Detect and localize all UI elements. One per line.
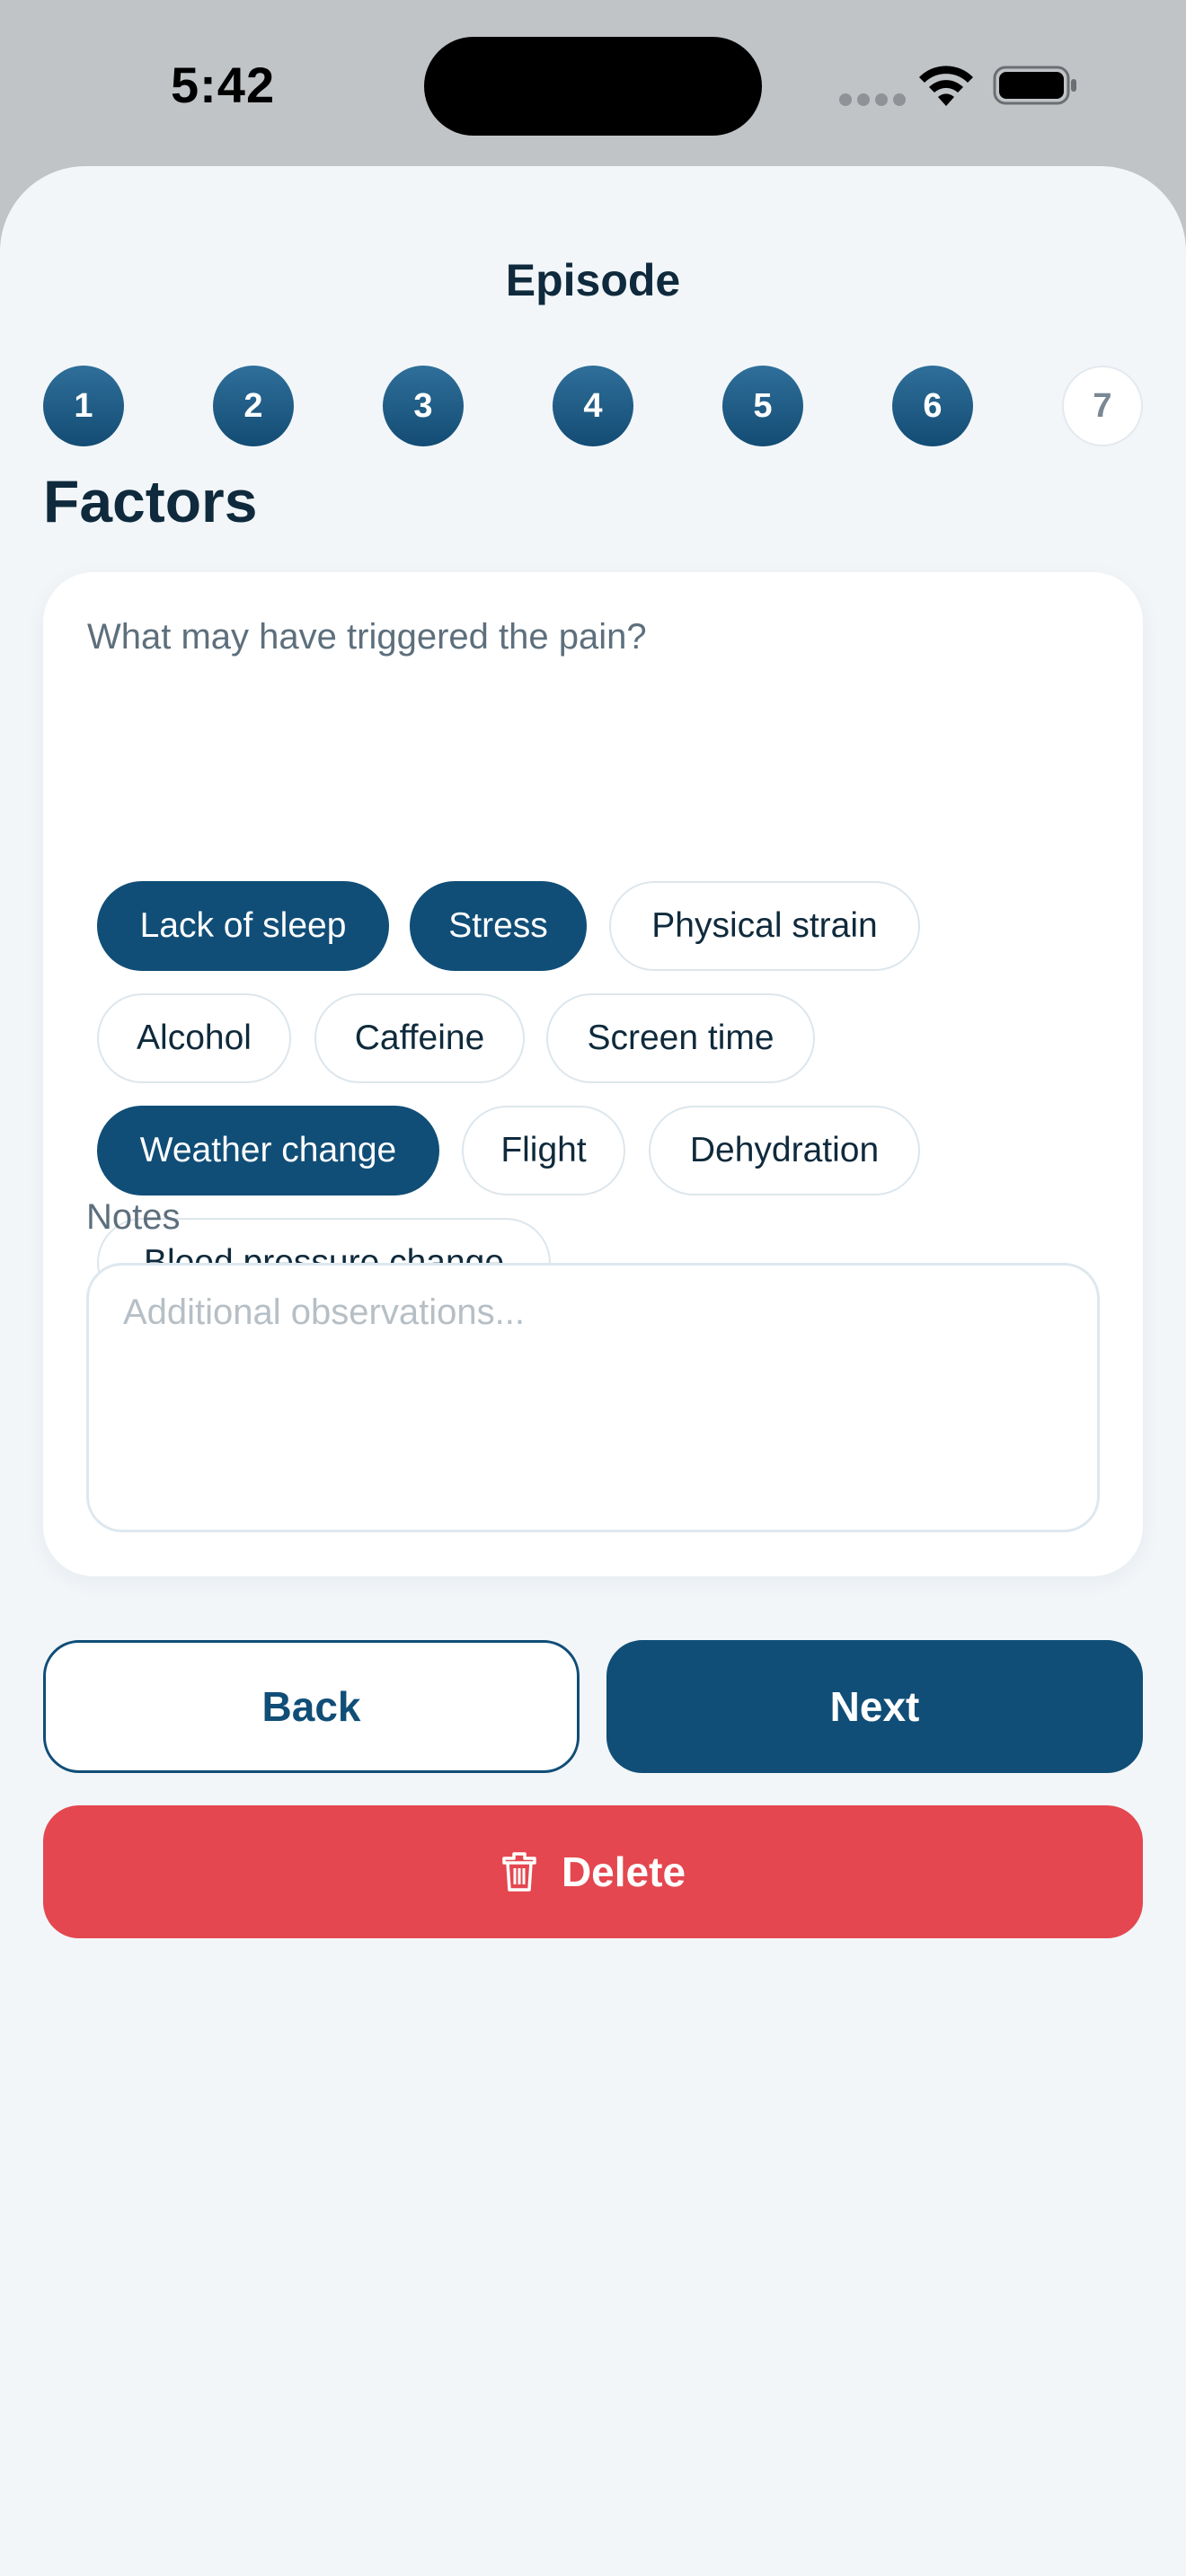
chip-dehydration[interactable]: Dehydration [649, 1106, 920, 1195]
step-5[interactable]: 5 [722, 366, 803, 446]
chip-alcohol[interactable]: Alcohol [97, 993, 291, 1083]
step-7[interactable]: 7 [1062, 366, 1143, 446]
next-button[interactable]: Next [606, 1640, 1143, 1773]
delete-button[interactable]: Delete [43, 1805, 1143, 1938]
cellular-signal-icon [839, 93, 906, 106]
page-title: Episode [505, 255, 681, 305]
step-2[interactable]: 2 [213, 366, 294, 446]
chip-caffeine[interactable]: Caffeine [314, 993, 525, 1083]
battery-icon [993, 66, 1076, 105]
status-time: 5:42 [171, 57, 276, 113]
step-1[interactable]: 1 [43, 366, 124, 446]
trigger-question: What may have triggered the pain? [87, 617, 647, 657]
wifi-icon [919, 66, 973, 106]
notes-input[interactable] [86, 1263, 1100, 1532]
chip-screen-time[interactable]: Screen time [546, 993, 815, 1083]
section-title: Factors [43, 468, 258, 534]
back-button[interactable]: Back [43, 1640, 580, 1773]
chip-physical-strain[interactable]: Physical strain [609, 881, 920, 971]
chip-lack-of-sleep[interactable]: Lack of sleep [97, 881, 389, 971]
step-indicator: 1 2 3 4 5 6 7 [0, 366, 1186, 446]
status-bar: 5:42 [0, 0, 1186, 166]
delete-button-label: Delete [561, 1848, 686, 1895]
dynamic-island [424, 37, 762, 136]
step-4[interactable]: 4 [553, 366, 633, 446]
chip-weather-change[interactable]: Weather change [97, 1106, 439, 1195]
step-6[interactable]: 6 [892, 366, 973, 446]
step-3[interactable]: 3 [383, 366, 464, 446]
chip-flight[interactable]: Flight [462, 1106, 625, 1195]
notes-label: Notes [86, 1197, 181, 1237]
trash-icon [502, 1852, 536, 1892]
chip-stress[interactable]: Stress [410, 881, 587, 971]
